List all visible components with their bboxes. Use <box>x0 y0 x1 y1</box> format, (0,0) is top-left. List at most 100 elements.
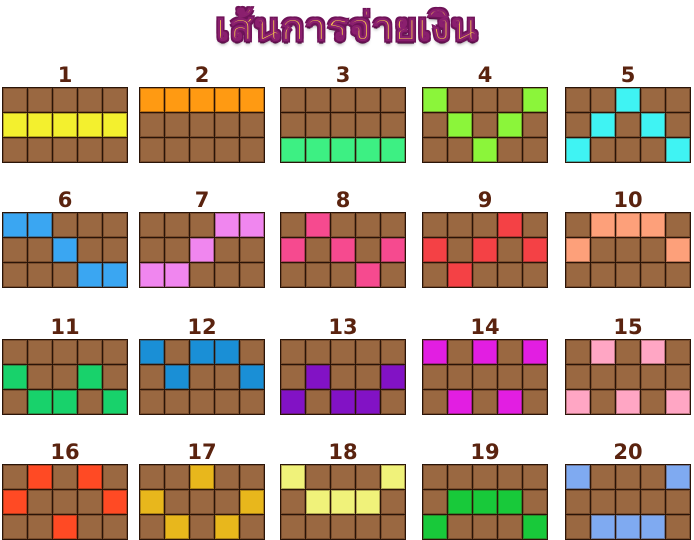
grid-cell <box>281 365 305 389</box>
grid-cell <box>78 340 102 364</box>
grid-cell <box>523 263 547 287</box>
grid-cell <box>240 340 264 364</box>
payline-highlight-cell <box>666 238 690 262</box>
grid-cell <box>28 263 52 287</box>
grid-cell <box>306 88 330 112</box>
payline-grid <box>139 339 265 415</box>
payline-highlight-cell <box>140 340 164 364</box>
payline-highlight-cell <box>523 238 547 262</box>
grid-cell <box>103 238 127 262</box>
payline-grid <box>2 212 128 288</box>
grid-cell <box>356 340 380 364</box>
payline-highlight-cell <box>381 138 405 162</box>
grid-cell <box>281 263 305 287</box>
grid-cell <box>306 238 330 262</box>
payline-highlight-cell <box>78 465 102 489</box>
grid-cell <box>3 515 27 539</box>
grid-cell <box>616 465 640 489</box>
grid-cell <box>523 365 547 389</box>
grid-cell <box>53 465 77 489</box>
grid-cell <box>498 340 522 364</box>
payline-highlight-cell <box>423 340 447 364</box>
payline-highlight-cell <box>566 390 590 414</box>
grid-cell <box>53 213 77 237</box>
payline-highlight-cell <box>566 238 590 262</box>
grid-cell <box>53 88 77 112</box>
grid-cell <box>566 340 590 364</box>
grid-cell <box>498 365 522 389</box>
grid-cell <box>666 515 690 539</box>
payline-highlight-cell <box>306 490 330 514</box>
grid-cell <box>165 113 189 137</box>
grid-cell <box>423 138 447 162</box>
payline-highlight-cell <box>356 263 380 287</box>
payline-highlight-cell <box>103 490 127 514</box>
grid-cell <box>356 515 380 539</box>
payline-highlight-cell <box>240 88 264 112</box>
grid-cell <box>473 113 497 137</box>
payline-highlight-cell <box>140 88 164 112</box>
grid-cell <box>140 138 164 162</box>
grid-cell <box>423 390 447 414</box>
payline-number: 5 <box>620 63 636 87</box>
grid-cell <box>140 390 164 414</box>
payline-highlight-cell <box>28 113 52 137</box>
grid-cell <box>240 263 264 287</box>
payline-highlight-cell <box>566 465 590 489</box>
payline-number: 1 <box>57 63 73 87</box>
payline-grid <box>422 212 548 288</box>
payline-highlight-cell <box>616 88 640 112</box>
payline-grid <box>139 87 265 163</box>
payline-15: 15 <box>565 315 691 415</box>
payline-highlight-cell <box>666 390 690 414</box>
grid-cell <box>566 213 590 237</box>
payline-number: 4 <box>477 63 493 87</box>
grid-cell <box>423 113 447 137</box>
payline-11: 11 <box>2 315 128 415</box>
grid-cell <box>103 213 127 237</box>
payline-9: 9 <box>422 188 548 288</box>
payline-2: 2 <box>139 63 265 163</box>
grid-cell <box>281 340 305 364</box>
payline-highlight-cell <box>473 138 497 162</box>
grid-cell <box>356 465 380 489</box>
payline-number: 2 <box>194 63 210 87</box>
grid-cell <box>448 340 472 364</box>
payline-13: 13 <box>280 315 406 415</box>
grid-cell <box>140 465 164 489</box>
grid-cell <box>215 490 239 514</box>
grid-cell <box>331 340 355 364</box>
grid-cell <box>448 238 472 262</box>
grid-cell <box>331 465 355 489</box>
grid-cell <box>28 365 52 389</box>
payline-highlight-cell <box>190 340 214 364</box>
grid-cell <box>78 88 102 112</box>
payline-grid <box>280 339 406 415</box>
grid-cell <box>356 88 380 112</box>
grid-cell <box>448 465 472 489</box>
payline-highlight-cell <box>240 365 264 389</box>
payline-1: 1 <box>2 63 128 163</box>
payline-highlight-cell <box>523 88 547 112</box>
grid-cell <box>498 263 522 287</box>
grid-cell <box>591 365 615 389</box>
payline-20: 20 <box>565 440 691 540</box>
grid-cell <box>566 263 590 287</box>
grid-cell <box>306 340 330 364</box>
grid-cell <box>616 490 640 514</box>
payline-grid <box>565 212 691 288</box>
grid-cell <box>240 390 264 414</box>
grid-cell <box>28 340 52 364</box>
grid-cell <box>281 213 305 237</box>
payline-highlight-cell <box>641 213 665 237</box>
grid-cell <box>165 465 189 489</box>
grid-cell <box>356 213 380 237</box>
payline-highlight-cell <box>423 515 447 539</box>
grid-cell <box>473 213 497 237</box>
grid-cell <box>240 113 264 137</box>
payline-highlight-cell <box>190 88 214 112</box>
grid-cell <box>331 263 355 287</box>
payline-grid <box>565 339 691 415</box>
grid-cell <box>498 465 522 489</box>
grid-cell <box>165 213 189 237</box>
